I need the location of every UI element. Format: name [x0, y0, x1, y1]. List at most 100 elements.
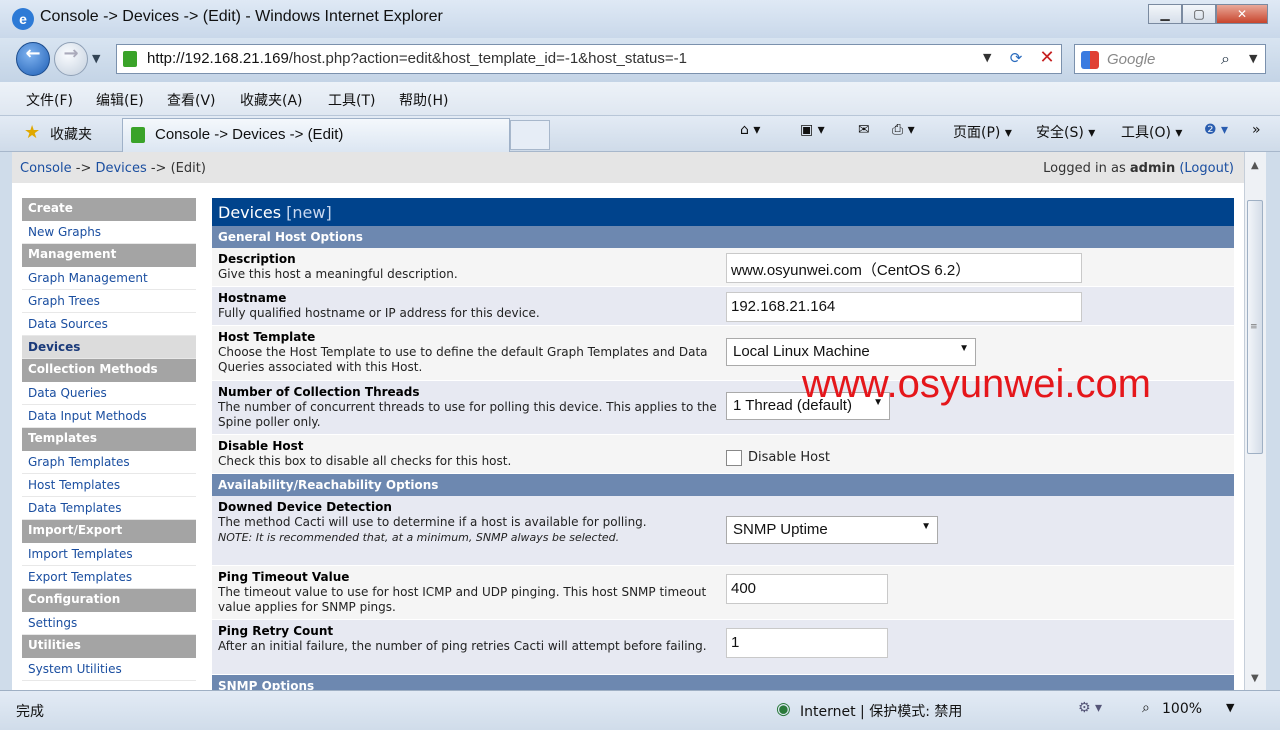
description-row: Description Give this host a meaningful d…	[212, 248, 1234, 287]
search-placeholder: Google	[1107, 51, 1156, 68]
history-dropdown-icon[interactable]: ▼	[92, 52, 100, 65]
close-button[interactable]: ✕	[1216, 4, 1268, 24]
globe-icon: ◉	[776, 699, 791, 719]
ping-retry-input[interactable]: 1	[726, 628, 888, 658]
menu-edit[interactable]: 编辑(E)	[96, 90, 144, 110]
scroll-up-icon[interactable]: ▲	[1251, 160, 1259, 171]
menu-item-host-templates[interactable]: Host Templates	[22, 474, 196, 497]
menu-item-graph-templates[interactable]: Graph Templates	[22, 451, 196, 474]
page-menu[interactable]: 页面(P) ▾	[953, 122, 1012, 142]
section-availability: Availability/Reachability Options	[212, 474, 1234, 496]
page-icon	[123, 51, 137, 67]
stop-icon[interactable]: ✕	[1035, 47, 1059, 71]
chevron-down-icon: ▼	[921, 521, 931, 532]
title-bar: e Console -> Devices -> (Edit) - Windows…	[0, 0, 1280, 38]
logout-link[interactable]: (Logout)	[1179, 161, 1234, 176]
menu-item-graph-trees[interactable]: Graph Trees	[22, 290, 196, 313]
section-general: General Host Options	[212, 226, 1234, 248]
chevron-down-icon: ▼	[959, 343, 969, 354]
tools-menu[interactable]: 工具(O) ▾	[1121, 122, 1182, 142]
menu-item-data-templates[interactable]: Data Templates	[22, 497, 196, 520]
menu-item-graph-management[interactable]: Graph Management	[22, 267, 196, 290]
menu-item-new-graphs[interactable]: New Graphs	[22, 221, 196, 244]
zoom-icon[interactable]: ⌕	[1142, 700, 1150, 716]
star-icon[interactable]: ★	[24, 122, 40, 143]
disable-host-checkbox-label[interactable]: Disable Host	[748, 450, 830, 465]
minimize-button[interactable]: ▁	[1148, 4, 1182, 24]
disable-host-checkbox[interactable]	[726, 449, 742, 466]
google-icon	[1081, 51, 1099, 69]
back-button[interactable]: ←	[16, 42, 50, 76]
downed-detection-select[interactable]: SNMP Uptime ▼	[726, 516, 938, 544]
hostname-row: Hostname Fully qualified hostname or IP a…	[212, 287, 1234, 326]
status-bar: 完成 ◉ Internet | 保护模式: 禁用 ⚙ ▾ ⌕ 100% ▼	[0, 690, 1280, 730]
search-box[interactable]: Google ⌕ ▼	[1074, 44, 1266, 74]
print-icon[interactable]: ⎙ ▾	[892, 122, 915, 138]
menu-header-create: Create	[22, 198, 196, 221]
ping-timeout-row: Ping Timeout Value The timeout value to u…	[212, 566, 1234, 620]
favorites-label[interactable]: 收藏夹	[50, 124, 92, 144]
menu-file[interactable]: 文件(F)	[26, 90, 73, 110]
watermark-text: www.osyunwei.com	[802, 362, 1152, 406]
scroll-grip-icon: ≡	[1250, 322, 1258, 332]
ping-timeout-input[interactable]: 400	[726, 574, 888, 604]
zoom-dropdown-icon[interactable]: ▼	[1226, 701, 1234, 714]
new-tab-button[interactable]	[510, 120, 550, 150]
console-menu: Create New Graphs Management Graph Manageme…	[22, 198, 196, 681]
menu-item-import-templates[interactable]: Import Templates	[22, 543, 196, 566]
menu-header-collection-methods: Collection Methods	[22, 359, 196, 382]
form-title: Devices [new]	[212, 198, 1234, 226]
ie-logo-icon: e	[12, 8, 34, 30]
menu-item-data-queries[interactable]: Data Queries	[22, 382, 196, 405]
disable-host-row: Disable Host Check this box to disable al…	[212, 435, 1234, 474]
menu-header-utilities: Utilities	[22, 635, 196, 658]
browser-tab[interactable]: Console -> Devices -> (Edit)	[122, 118, 510, 152]
security-zone[interactable]: Internet | 保护模式: 禁用	[800, 701, 962, 721]
zoom-level[interactable]: 100%	[1162, 701, 1202, 717]
menu-header-import-export: Import/Export	[22, 520, 196, 543]
home-icon[interactable]: ⌂ ▾	[740, 122, 760, 138]
status-text: 完成	[16, 704, 44, 720]
breadcrumb: Console -> Devices -> (Edit) Logged in a…	[12, 152, 1244, 184]
forward-button[interactable]: →	[54, 42, 88, 76]
more-commands[interactable]: »	[1252, 122, 1261, 138]
hostname-input[interactable]: 192.168.21.164	[726, 292, 1082, 322]
scroll-down-icon[interactable]: ▼	[1251, 673, 1259, 684]
menu-help[interactable]: 帮助(H)	[399, 90, 448, 110]
description-input[interactable]: www.osyunwei.com（CentOS 6.2）	[726, 253, 1082, 283]
vertical-scrollbar[interactable]: ▲ ≡ ▼	[1244, 152, 1266, 690]
mail-icon[interactable]: ✉	[858, 122, 870, 138]
address-dropdown-icon[interactable]: ▼	[983, 51, 991, 64]
menu-item-data-sources[interactable]: Data Sources	[22, 313, 196, 336]
menu-tools[interactable]: 工具(T)	[328, 90, 375, 110]
menu-header-templates: Templates	[22, 428, 196, 451]
protected-mode-icon[interactable]: ⚙ ▾	[1078, 700, 1102, 716]
tab-page-icon	[131, 127, 145, 143]
tab-title: Console -> Devices -> (Edit)	[155, 126, 344, 143]
breadcrumb-devices-link[interactable]: Devices	[95, 161, 146, 176]
url-text[interactable]: http://192.168.21.169/host.php?action=ed…	[147, 50, 687, 67]
menu-item-system-utilities[interactable]: System Utilities	[22, 658, 196, 681]
breadcrumb-console-link[interactable]: Console	[20, 161, 72, 176]
search-icon[interactable]: ⌕	[1221, 49, 1230, 69]
menu-header-management: Management	[22, 244, 196, 267]
maximize-button[interactable]: ▢	[1182, 4, 1216, 24]
menu-item-settings[interactable]: Settings	[22, 612, 196, 635]
help-icon[interactable]: ❷ ▾	[1204, 122, 1228, 138]
address-bar[interactable]: http://192.168.21.169/host.php?action=ed…	[116, 44, 1062, 74]
safety-menu[interactable]: 安全(S) ▾	[1036, 122, 1095, 142]
ping-retry-row: Ping Retry Count After an initial failure…	[212, 620, 1234, 675]
login-status: Logged in as admin (Logout)	[1043, 161, 1234, 176]
search-dropdown-icon[interactable]: ▼	[1249, 52, 1257, 65]
menu-favorites[interactable]: 收藏夹(A)	[240, 90, 303, 110]
navigation-bar: ← → ▼ http://192.168.21.169/host.php?act…	[0, 38, 1280, 82]
menu-item-data-input-methods[interactable]: Data Input Methods	[22, 405, 196, 428]
refresh-icon[interactable]: ⟳	[1003, 49, 1029, 71]
menu-view[interactable]: 查看(V)	[167, 90, 216, 110]
menu-header-configuration: Configuration	[22, 589, 196, 612]
device-form: Devices [new] General Host Options Descr…	[212, 198, 1234, 690]
feeds-icon[interactable]: ▣ ▾	[800, 122, 825, 138]
menu-item-export-templates[interactable]: Export Templates	[22, 566, 196, 589]
page-content: Console -> Devices -> (Edit) Logged in a…	[12, 152, 1244, 690]
menu-item-devices[interactable]: Devices	[22, 336, 196, 359]
